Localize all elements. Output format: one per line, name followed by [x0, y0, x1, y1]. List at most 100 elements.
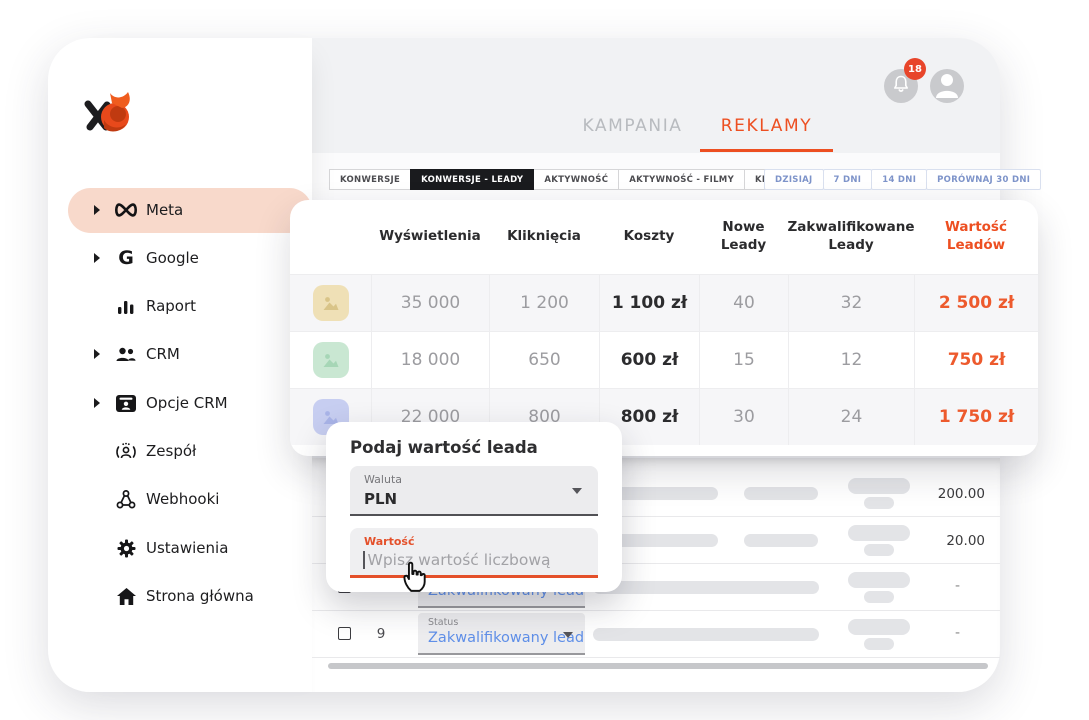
filter-konwersje-leady[interactable]: KONWERSJE - LEADY	[410, 169, 534, 190]
sidebar-item-meta[interactable]: Meta	[68, 188, 312, 233]
webhook-icon	[112, 485, 140, 513]
sidebar-item-zespol[interactable]: Zespół	[68, 429, 312, 474]
header-thumb	[290, 200, 371, 274]
skeleton-pill	[593, 628, 819, 641]
ads-table: Wyświetlenia Kliknięcia Koszty Nowe Lead…	[290, 200, 1038, 274]
status-value: Zakwalifikowany lead	[428, 630, 584, 646]
chevron-down-icon	[563, 632, 573, 638]
sidebar-item-label: Webhooki	[146, 490, 219, 508]
google-icon: G	[112, 244, 140, 272]
sidebar-item-webhooki[interactable]: Webhooki	[68, 477, 312, 522]
header-new-leads: Nowe Leady	[699, 200, 788, 274]
cell-lead-value: 750 zł	[914, 331, 1038, 388]
ad-row[interactable]: 18 000 650 600 zł 15 12 750 zł	[290, 331, 1038, 388]
sidebar-item-raport[interactable]: Raport	[68, 284, 312, 329]
sidebar-item-label: Zespół	[146, 442, 196, 460]
avatar[interactable]	[930, 69, 964, 103]
chevron-right-icon	[94, 398, 100, 408]
sidebar-item-crm[interactable]: CRM	[68, 332, 312, 377]
currency-value: PLN	[364, 490, 397, 508]
tab-kampania[interactable]: KAMPANIA	[570, 116, 695, 136]
lead-value-modal: Podaj wartość leada Waluta PLN Wartość W…	[326, 422, 622, 592]
lead-value: -	[940, 578, 960, 594]
lead-value: -	[940, 625, 960, 641]
metric-filter-group: KONWERSJE KONWERSJE - LEADY AKTYWNOŚĆ AK…	[330, 169, 823, 190]
team-icon	[112, 437, 140, 465]
sidebar-item-label: Opcje CRM	[146, 394, 228, 412]
ads-table-card: Wyświetlenia Kliknięcia Koszty Nowe Lead…	[290, 200, 1038, 456]
home-icon	[112, 582, 140, 610]
modal-title: Podaj wartość leada	[350, 438, 538, 457]
cell-lead-value: 2 500 zł	[914, 274, 1038, 331]
sidebar-item-label: Google	[146, 249, 199, 267]
sidebar-item-opcje-crm[interactable]: Opcje CRM	[68, 381, 312, 426]
date-7dni[interactable]: 7 DNI	[823, 169, 873, 190]
cell-new-leads: 40	[699, 274, 788, 331]
row-number: 9	[368, 626, 394, 642]
skeleton-pill	[744, 487, 818, 500]
date-14dni[interactable]: 14 DNI	[871, 169, 927, 190]
lead-value: 20.00	[895, 533, 985, 549]
header-qualified-leads: Zakwalifikowane Leady	[788, 200, 914, 274]
row-checkbox[interactable]	[338, 627, 351, 640]
cell-costs: 1 100 zł	[599, 274, 699, 331]
user-icon	[930, 69, 964, 103]
header-lead-value: Wartość Leadów	[914, 200, 1038, 274]
header-clicks: Kliknięcia	[489, 200, 599, 274]
sidebar-item-label: Meta	[146, 201, 183, 219]
sidebar: Meta G Google Raport CRM Opcje CRM	[48, 38, 312, 692]
date-filter-group: DZISIAJ 7 DNI 14 DNI PORÓWNAJ 30 DNI	[765, 169, 1041, 190]
skeleton-pill-stack	[848, 572, 910, 603]
ad-row[interactable]: 35 000 1 200 1 100 zł 40 32 2 500 zł	[290, 274, 1038, 331]
status-dropdown[interactable]: Status Zakwalifikowany lead	[418, 613, 585, 655]
bell-icon	[892, 75, 910, 98]
filter-aktywnosc[interactable]: AKTYWNOŚĆ	[533, 169, 619, 190]
sidebar-item-ustawienia[interactable]: Ustawienia	[68, 526, 312, 571]
currency-label: Waluta	[364, 473, 402, 486]
filter-aktywnosc-filmy[interactable]: AKTYWNOŚĆ - FILMY	[618, 169, 745, 190]
image-thumb-icon	[313, 342, 349, 378]
lead-value: 200.00	[895, 486, 985, 502]
date-dzisiaj[interactable]: DZISIAJ	[764, 169, 824, 190]
notification-badge: 18	[904, 58, 926, 80]
bar-chart-icon	[112, 292, 140, 320]
app-logo	[84, 90, 136, 138]
cell-qualified-leads: 12	[788, 331, 914, 388]
skeleton-pill	[593, 581, 819, 594]
status-label: Status	[428, 617, 458, 628]
cell-clicks: 650	[489, 331, 599, 388]
chevron-right-icon	[94, 349, 100, 359]
contact-card-icon	[112, 389, 140, 417]
value-input[interactable]: Wartość Wpisz wartość liczbową	[350, 528, 598, 578]
sidebar-item-label: CRM	[146, 345, 180, 363]
image-thumb-icon	[313, 285, 349, 321]
cell-lead-value: 1 750 zł	[914, 388, 1038, 445]
sidebar-item-label: Strona główna	[146, 587, 254, 605]
filter-konwersje[interactable]: KONWERSJE	[329, 169, 411, 190]
skeleton-pill-stack	[848, 619, 910, 650]
hand-cursor-icon	[398, 556, 430, 592]
page-canvas: 18 KAMPANIA REKLAMY KONWERSJE KONWERSJE …	[0, 0, 1089, 720]
currency-select[interactable]: Waluta PLN	[350, 466, 598, 516]
header-views: Wyświetlenia	[371, 200, 489, 274]
cell-costs: 600 zł	[599, 331, 699, 388]
sidebar-item-google[interactable]: G Google	[68, 236, 312, 281]
cell-views: 18 000	[371, 331, 489, 388]
sidebar-item-label: Raport	[146, 297, 196, 315]
cell-views: 35 000	[371, 274, 489, 331]
meta-icon	[112, 196, 140, 224]
gear-icon	[112, 534, 140, 562]
table-row[interactable]: 9 Status Zakwalifikowany lead -	[312, 611, 1000, 658]
active-tab-underline	[700, 149, 833, 152]
chevron-down-icon	[572, 488, 582, 494]
skeleton-pill	[744, 534, 818, 547]
cell-clicks: 1 200	[489, 274, 599, 331]
sidebar-item-strona-glowna[interactable]: Strona główna	[68, 574, 312, 619]
horizontal-scrollbar[interactable]	[328, 663, 988, 669]
tab-reklamy[interactable]: REKLAMY	[700, 116, 833, 136]
cell-qualified-leads: 32	[788, 274, 914, 331]
header-costs: Koszty	[599, 200, 699, 274]
crm-people-icon	[112, 340, 140, 368]
value-label: Wartość	[364, 535, 414, 548]
date-porownaj-30dni[interactable]: PORÓWNAJ 30 DNI	[926, 169, 1041, 190]
